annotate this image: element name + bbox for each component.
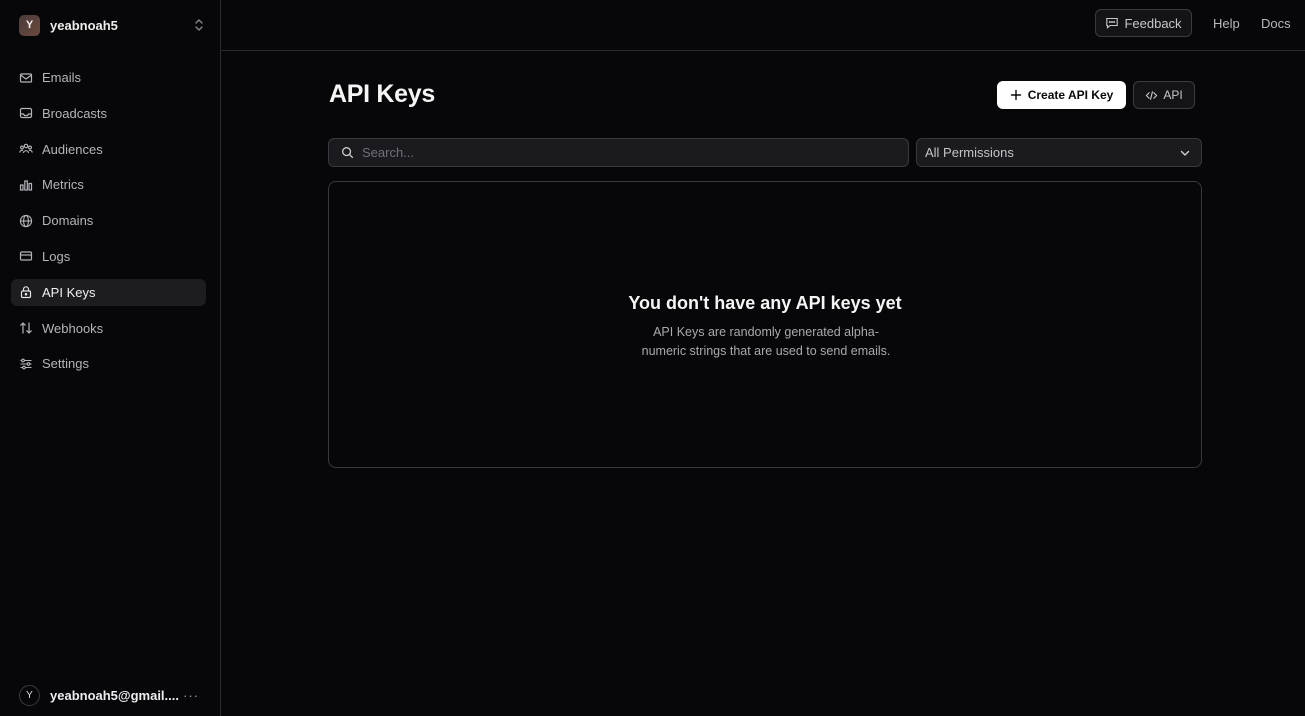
- chevron-down-icon: [1180, 150, 1190, 156]
- more-icon[interactable]: ···: [183, 688, 199, 703]
- user-menu[interactable]: Y yeabnoah5@gmail.... ···: [19, 684, 199, 706]
- sidebar-item-broadcasts[interactable]: Broadcasts: [11, 100, 206, 127]
- sidebar-item-label: Domains: [42, 213, 94, 229]
- feedback-label: Feedback: [1124, 15, 1182, 31]
- create-api-key-label: Create API Key: [1027, 88, 1114, 102]
- sidebar-item-audiences[interactable]: Audiences: [11, 136, 206, 163]
- topbar: Feedback Help Docs: [221, 0, 1305, 51]
- api-docs-button[interactable]: API: [1133, 81, 1195, 109]
- search-field[interactable]: [328, 138, 909, 167]
- user-email: yeabnoah5@gmail....: [50, 687, 179, 703]
- sidebar-item-label: Metrics: [42, 177, 84, 193]
- empty-state: You don't have any API keys yet API Keys…: [328, 181, 1202, 468]
- sidebar-item-webhooks[interactable]: Webhooks: [11, 315, 206, 342]
- sidebar-item-label: Broadcasts: [42, 105, 108, 121]
- sliders-icon: [19, 357, 33, 371]
- avatar: Y: [19, 684, 40, 706]
- chevron-up-down-icon: [195, 19, 203, 31]
- team-avatar: Y: [19, 14, 40, 36]
- mail-icon: [19, 71, 33, 85]
- sidebar-nav: Emails Broadcasts Audiences Metrics Doma…: [11, 64, 206, 386]
- empty-state-description: API Keys are randomly generated alpha-nu…: [641, 325, 891, 358]
- help-link[interactable]: Help: [1213, 16, 1240, 31]
- arrows-icon: [19, 321, 33, 335]
- sidebar-item-domains[interactable]: Domains: [11, 207, 206, 234]
- bar-chart-icon: [19, 178, 33, 192]
- team-name: yeabnoah5: [50, 17, 118, 33]
- search-input[interactable]: [362, 145, 882, 160]
- empty-state-title: You don't have any API keys yet: [628, 293, 902, 313]
- team-switcher[interactable]: Y yeabnoah5: [19, 14, 205, 36]
- globe-icon: [19, 214, 33, 228]
- sidebar-item-label: Logs: [42, 248, 71, 264]
- sidebar-item-label: Settings: [42, 356, 89, 372]
- inbox-icon: [19, 106, 33, 120]
- permissions-select[interactable]: All Permissions: [916, 138, 1202, 167]
- permissions-select-value: All Permissions: [925, 145, 1014, 160]
- sidebar-item-api-keys[interactable]: API Keys: [11, 278, 206, 306]
- message-icon: [1106, 17, 1119, 30]
- sidebar-item-settings[interactable]: Settings: [11, 350, 206, 377]
- sidebar-item-label: API Keys: [42, 284, 96, 300]
- api-label: API: [1163, 88, 1183, 102]
- sidebar-item-label: Webhooks: [42, 320, 104, 336]
- create-api-key-button[interactable]: Create API Key: [997, 81, 1126, 109]
- search-icon: [342, 147, 354, 159]
- sidebar-item-label: Audiences: [42, 141, 103, 157]
- code-icon: [1146, 90, 1158, 100]
- sidebar-item-metrics[interactable]: Metrics: [11, 171, 206, 198]
- sidebar-item-label: Emails: [42, 70, 82, 85]
- docs-link[interactable]: Docs: [1261, 16, 1291, 31]
- sidebar-item-emails[interactable]: Emails: [11, 64, 206, 91]
- feedback-button[interactable]: Feedback: [1095, 9, 1192, 37]
- sidebar-item-logs[interactable]: Logs: [11, 243, 206, 270]
- users-icon: [19, 142, 33, 156]
- plus-icon: [1010, 89, 1021, 101]
- sidebar: Y yeabnoah5 Emails Broadcasts Audiences: [0, 0, 221, 716]
- page-title: API Keys: [329, 80, 435, 108]
- logs-icon: [19, 249, 33, 263]
- lock-icon: [19, 285, 33, 299]
